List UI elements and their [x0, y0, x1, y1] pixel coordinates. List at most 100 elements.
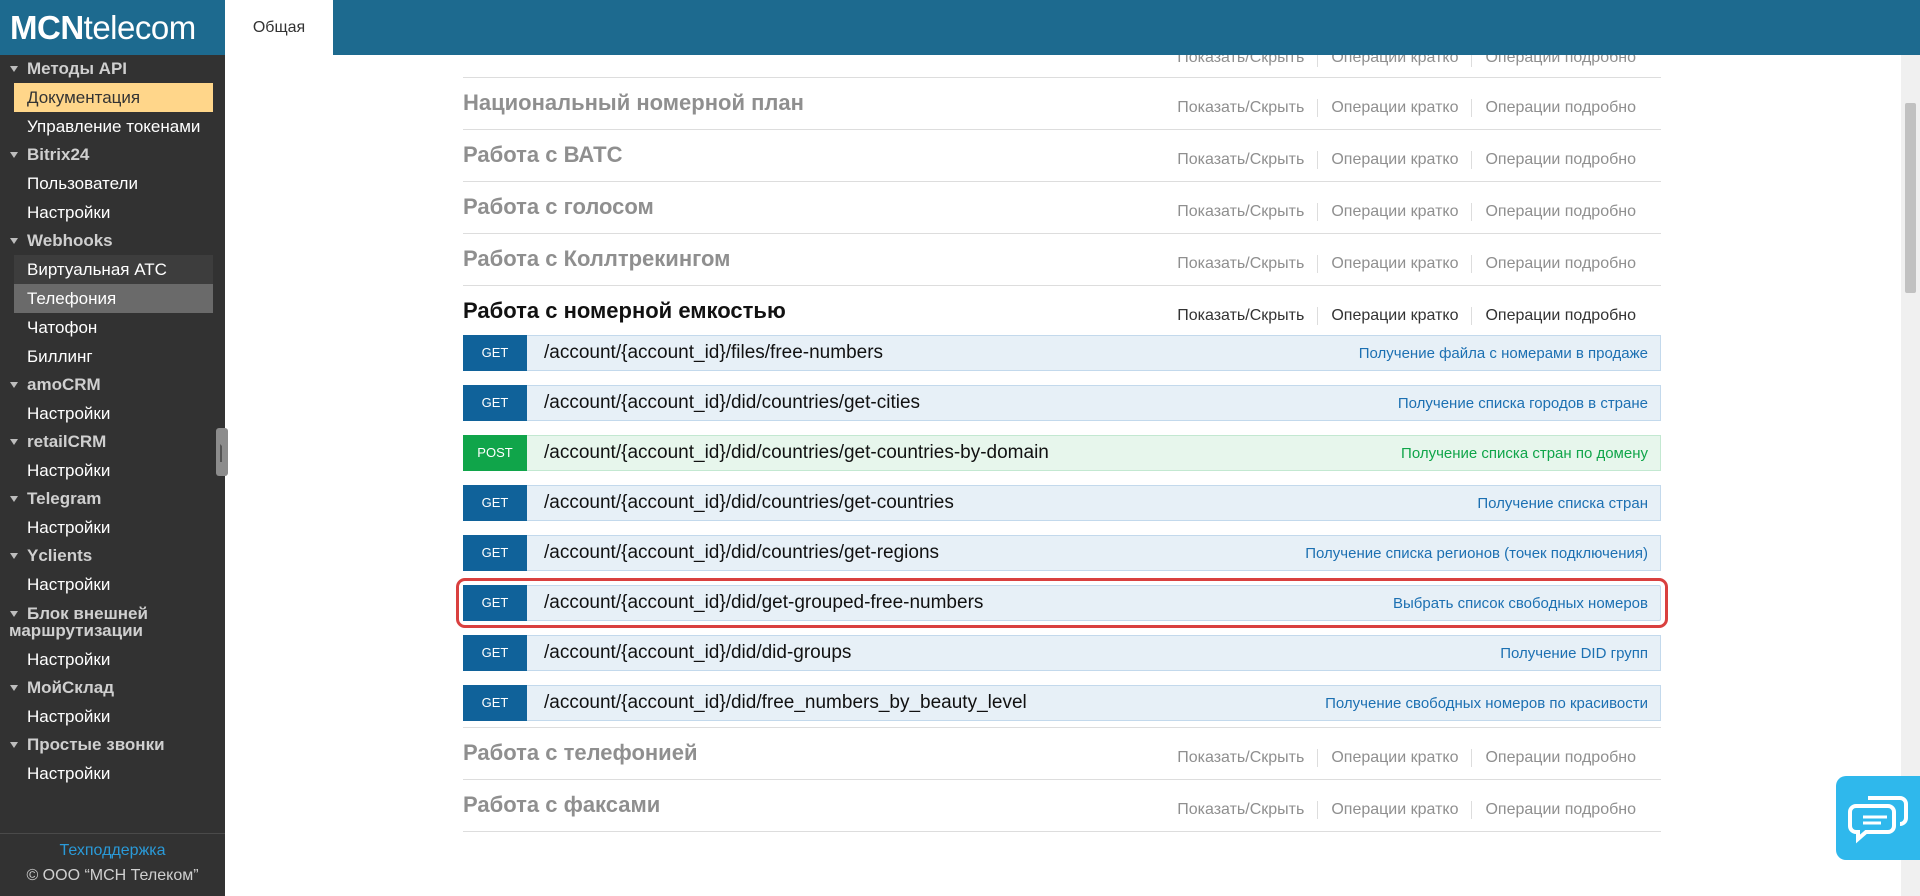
operations-detailed-link[interactable]: Операции подробно	[1471, 55, 1649, 67]
section-vats: Работа с ВАТС Показать/Скрыть Операции к…	[463, 130, 1661, 182]
endpoint-description[interactable]: Получение DID групп	[1500, 645, 1648, 662]
endpoint-path[interactable]: /account/{account_id}/files/free-numbers	[544, 342, 883, 364]
nav-group-header[interactable]: Простые звонки	[0, 731, 225, 759]
show-hide-link[interactable]: Показать/Скрыть	[1177, 151, 1317, 169]
sidebar-footer: Техподдержка © ООО “МСН Телеком”	[0, 833, 225, 896]
nav-group-simple-calls: Простые звонки Настройки	[0, 731, 225, 788]
sidebar-item-settings[interactable]: Настройки	[14, 198, 213, 227]
sidebar-item-settings[interactable]: Настройки	[14, 513, 213, 542]
endpoint-path[interactable]: /account/{account_id}/did/countries/get-…	[544, 492, 954, 514]
sidebar-item-settings[interactable]: Настройки	[14, 759, 213, 788]
operations-detailed-link[interactable]: Операции подробно	[1471, 255, 1649, 273]
endpoint-description[interactable]: Получение списка регионов (точек подключ…	[1305, 545, 1648, 562]
endpoint-description[interactable]: Получение файла с номерами в продаже	[1359, 345, 1648, 362]
section-title[interactable]: Работа с Коллтрекингом	[463, 246, 730, 272]
sidebar-item-settings[interactable]: Настройки	[14, 399, 213, 428]
show-hide-link[interactable]: Показать/Скрыть	[1177, 307, 1317, 325]
sidebar-item-billing[interactable]: Биллинг	[14, 342, 213, 371]
section-title[interactable]: Национальный номерной план	[463, 90, 804, 116]
endpoint-path[interactable]: /account/{account_id}/did/did-groups	[544, 642, 851, 664]
scrollbar-thumb[interactable]	[1905, 103, 1916, 293]
operations-detailed-link[interactable]: Операции подробно	[1471, 307, 1649, 325]
section-title[interactable]: Работа с голосом	[463, 194, 654, 220]
operations-brief-link[interactable]: Операции кратко	[1317, 55, 1471, 67]
nav-group-title: МойСклад	[27, 678, 115, 697]
operations-brief-link[interactable]: Операции кратко	[1317, 255, 1471, 273]
mcntelecom-logo[interactable]: MCN telecom	[0, 0, 225, 55]
endpoint-row[interactable]: GET /account/{account_id}/files/free-num…	[463, 334, 1661, 371]
endpoint-path[interactable]: /account/{account_id}/did/countries/get-…	[544, 542, 939, 564]
operations-brief-link[interactable]: Операции кратко	[1317, 749, 1471, 767]
show-hide-link[interactable]: Показать/Скрыть	[1177, 749, 1317, 767]
operations-detailed-link[interactable]: Операции подробно	[1471, 801, 1649, 819]
endpoint-row[interactable]: GET /account/{account_id}/did/did-groups…	[463, 634, 1661, 671]
operations-brief-link[interactable]: Операции кратко	[1317, 203, 1471, 221]
operations-brief-link[interactable]: Операции кратко	[1317, 307, 1471, 325]
chat-widget-button[interactable]	[1836, 776, 1920, 860]
operations-brief-link[interactable]: Операции кратко	[1317, 801, 1471, 819]
operations-detailed-link[interactable]: Операции подробно	[1471, 749, 1649, 767]
nav-group-header[interactable]: Методы API	[0, 55, 225, 83]
triangle-down-icon	[10, 553, 18, 559]
section-title[interactable]: Работа с ВАТС	[463, 142, 622, 168]
endpoint-row-highlighted[interactable]: GET /account/{account_id}/did/get-groupe…	[456, 578, 1668, 628]
endpoint-description[interactable]: Получение списка городов в стране	[1398, 395, 1648, 412]
endpoint-description[interactable]: Получение списка стран	[1477, 495, 1648, 512]
endpoint-list: GET /account/{account_id}/files/free-num…	[456, 331, 1668, 728]
sidebar-item-chatophone[interactable]: Чатофон	[14, 313, 213, 342]
nav-group-bitrix24: Bitrix24 Пользователи Настройки	[0, 141, 225, 227]
show-hide-link[interactable]: Показать/Скрыть	[1177, 203, 1317, 221]
logo-part-mcn: MCN	[10, 8, 84, 46]
main-content: Показать/Скрыть Операции кратко Операции…	[225, 55, 1901, 896]
show-hide-link[interactable]: Показать/Скрыть	[1177, 255, 1317, 273]
page-scrollbar[interactable]	[1901, 55, 1920, 896]
endpoint-row[interactable]: POST /account/{account_id}/did/countries…	[463, 434, 1661, 471]
nav-group-header[interactable]: Блок внешней маршрутизации	[0, 599, 225, 645]
endpoint-path[interactable]: /account/{account_id}/did/get-grouped-fr…	[544, 592, 983, 614]
endpoint-description[interactable]: Получение свободных номеров по красивост…	[1325, 695, 1648, 712]
sidebar-item-settings[interactable]: Настройки	[14, 570, 213, 599]
endpoint-row[interactable]: GET /account/{account_id}/did/countries/…	[463, 484, 1661, 521]
endpoint-row[interactable]: GET /account/{account_id}/did/countries/…	[463, 534, 1661, 571]
section-title[interactable]: Работа с номерной емкостью	[463, 298, 786, 324]
operations-brief-link[interactable]: Операции кратко	[1317, 151, 1471, 169]
endpoint-description[interactable]: Получение списка стран по домену	[1401, 445, 1648, 462]
section-operations: Показать/Скрыть Операции кратко Операции…	[1177, 255, 1649, 273]
sidebar-item-token-management[interactable]: Управление токенами	[14, 112, 213, 141]
show-hide-link[interactable]: Показать/Скрыть	[1177, 99, 1317, 117]
method-badge: GET	[463, 384, 527, 421]
endpoint-row[interactable]: GET /account/{account_id}/did/free_numbe…	[463, 684, 1661, 721]
sidebar-item-telephony[interactable]: Телефония	[14, 284, 213, 313]
operations-brief-link[interactable]: Операции кратко	[1317, 99, 1471, 117]
nav-group-header[interactable]: Telegram	[0, 485, 225, 513]
endpoint-path[interactable]: /account/{account_id}/did/countries/get-…	[544, 392, 920, 414]
tab-general[interactable]: Общая	[225, 0, 333, 55]
sidebar-item-users[interactable]: Пользователи	[14, 169, 213, 198]
endpoint-path[interactable]: /account/{account_id}/did/free_numbers_b…	[544, 692, 1027, 714]
show-hide-link[interactable]: Показать/Скрыть	[1177, 801, 1317, 819]
endpoint-description[interactable]: Выбрать список свободных номеров	[1393, 595, 1648, 612]
section-divider	[463, 721, 1661, 728]
operations-detailed-link[interactable]: Операции подробно	[1471, 203, 1649, 221]
sidebar-item-virtual-pbx[interactable]: Виртуальная АТС	[14, 255, 213, 284]
show-hide-link[interactable]: Показать/Скрыть	[1177, 55, 1317, 67]
nav-group-header[interactable]: Yclients	[0, 542, 225, 570]
nav-group-header[interactable]: МойСклад	[0, 674, 225, 702]
support-link[interactable]: Техподдержка	[0, 842, 225, 860]
nav-group-header[interactable]: Bitrix24	[0, 141, 225, 169]
nav-group-header[interactable]: Webhooks	[0, 227, 225, 255]
sidebar-item-settings[interactable]: Настройки	[14, 456, 213, 485]
operations-detailed-link[interactable]: Операции подробно	[1471, 151, 1649, 169]
sidebar-item-settings[interactable]: Настройки	[14, 702, 213, 731]
endpoint-path[interactable]: /account/{account_id}/did/countries/get-…	[544, 442, 1049, 464]
triangle-down-icon	[10, 382, 18, 388]
operations-detailed-link[interactable]: Операции подробно	[1471, 99, 1649, 117]
sidebar-item-settings[interactable]: Настройки	[14, 645, 213, 674]
section-title[interactable]: Работа с телефонией	[463, 740, 697, 766]
endpoint-row[interactable]: GET /account/{account_id}/did/countries/…	[463, 384, 1661, 421]
sidebar-item-documentation[interactable]: Документация	[14, 83, 213, 112]
section-voice: Работа с голосом Показать/Скрыть Операци…	[463, 182, 1661, 234]
nav-group-header[interactable]: amoCRM	[0, 371, 225, 399]
nav-group-header[interactable]: retailCRM	[0, 428, 225, 456]
section-title[interactable]: Работа с факсами	[463, 792, 660, 818]
